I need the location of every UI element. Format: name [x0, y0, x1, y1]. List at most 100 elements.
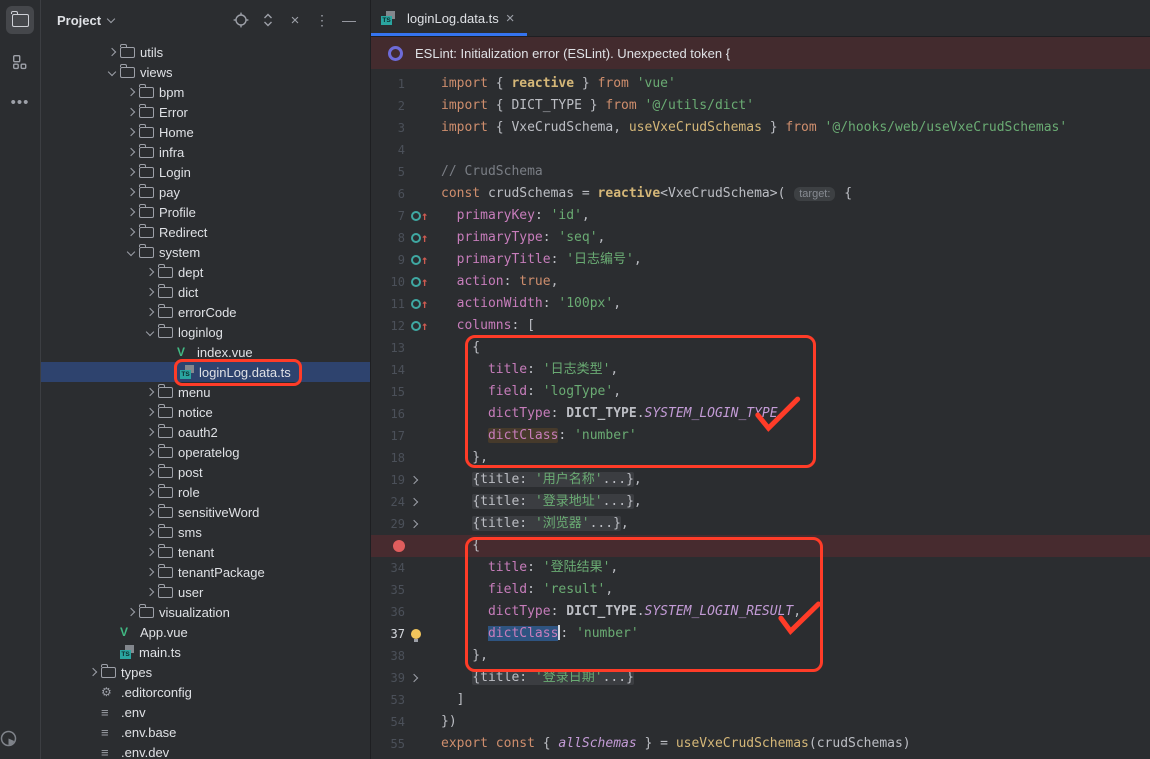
- folded-region[interactable]: {title: '登录地址'...}: [472, 494, 634, 509]
- chevron-right-icon[interactable]: [146, 428, 154, 436]
- code-line[interactable]: 6const crudSchemas = reactive<VxeCrudSch…: [371, 183, 1150, 205]
- chevron-right-icon[interactable]: [146, 408, 154, 416]
- tree-item-dept[interactable]: dept: [41, 262, 370, 282]
- chevron-right-icon[interactable]: [146, 548, 154, 556]
- code-line[interactable]: 11↑ actionWidth: '100px',: [371, 293, 1150, 315]
- tree-item-login[interactable]: Login: [41, 162, 370, 182]
- code-line[interactable]: 2import { DICT_TYPE } from '@/utils/dict…: [371, 95, 1150, 117]
- tree-item-error[interactable]: Error: [41, 102, 370, 122]
- code-line[interactable]: 9↑ primaryTitle: '日志编号',: [371, 249, 1150, 271]
- code-line[interactable]: 17 dictClass: 'number': [371, 425, 1150, 447]
- tree-item-sms[interactable]: sms: [41, 522, 370, 542]
- tree-item-visualization[interactable]: visualization: [41, 602, 370, 622]
- tree-item-errorcode[interactable]: errorCode: [41, 302, 370, 322]
- line-number[interactable]: 36: [371, 601, 405, 623]
- tree-item-user[interactable]: user: [41, 582, 370, 602]
- code-line[interactable]: {: [371, 535, 1150, 557]
- line-number[interactable]: 35: [371, 579, 405, 601]
- tree-item-bpm[interactable]: bpm: [41, 82, 370, 102]
- tree-item-redirect[interactable]: Redirect: [41, 222, 370, 242]
- code-line[interactable]: 19 {title: '用户名称'...},: [371, 469, 1150, 491]
- code-line[interactable]: 4: [371, 139, 1150, 161]
- pie-chart-tool-button[interactable]: [0, 730, 40, 747]
- code-editor[interactable]: 1import { reactive } from 'vue'2import {…: [371, 73, 1150, 755]
- tree-item-profile[interactable]: Profile: [41, 202, 370, 222]
- tree-item-post[interactable]: post: [41, 462, 370, 482]
- line-number[interactable]: 39: [371, 667, 405, 689]
- line-number[interactable]: 55: [371, 733, 405, 755]
- code-line[interactable]: 39 {title: '登录日期'...}: [371, 667, 1150, 689]
- line-number[interactable]: 5: [371, 161, 405, 183]
- folded-region[interactable]: {title: '浏览器'...}: [472, 516, 621, 531]
- tree-item-sensitiveword[interactable]: sensitiveWord: [41, 502, 370, 522]
- line-number[interactable]: 6: [371, 183, 405, 205]
- tree-item--editorconfig[interactable]: ⚙.editorconfig: [41, 682, 370, 702]
- line-number[interactable]: 1: [371, 73, 405, 95]
- folded-region[interactable]: {title: '登录日期'...}: [472, 670, 634, 685]
- code-line[interactable]: 16 dictType: DICT_TYPE.SYSTEM_LOGIN_TYPE…: [371, 403, 1150, 425]
- tree-item-dict[interactable]: dict: [41, 282, 370, 302]
- line-number[interactable]: 13: [371, 337, 405, 359]
- tree-item--env-base[interactable]: ≡.env.base: [41, 722, 370, 742]
- code-line[interactable]: 15 field: 'logType',: [371, 381, 1150, 403]
- chevron-down-icon[interactable]: [127, 248, 135, 256]
- chevron-right-icon[interactable]: [146, 448, 154, 456]
- code-line[interactable]: 3import { VxeCrudSchema, useVxeCrudSchem…: [371, 117, 1150, 139]
- chevron-right-icon[interactable]: [127, 108, 135, 116]
- code-line[interactable]: 13 {: [371, 337, 1150, 359]
- code-line[interactable]: 5// CrudSchema: [371, 161, 1150, 183]
- chevron-right-icon[interactable]: [146, 468, 154, 476]
- line-number[interactable]: 14: [371, 359, 405, 381]
- tree-item-utils[interactable]: utils: [41, 42, 370, 62]
- tree-item-notice[interactable]: notice: [41, 402, 370, 422]
- more-tools-button[interactable]: •••: [0, 94, 40, 111]
- code-line[interactable]: 38 },: [371, 645, 1150, 667]
- tree-item--env[interactable]: ≡.env: [41, 702, 370, 722]
- chevron-right-icon[interactable]: [146, 288, 154, 296]
- chevron-right-icon[interactable]: [146, 588, 154, 596]
- line-number[interactable]: 11: [371, 293, 405, 315]
- line-number[interactable]: 2: [371, 95, 405, 117]
- tab-loginlog-data-ts[interactable]: TS loginLog.data.ts ×: [371, 0, 527, 36]
- chevron-right-icon[interactable]: [127, 148, 135, 156]
- code-line[interactable]: 53 ]: [371, 689, 1150, 711]
- chevron-right-icon[interactable]: [146, 568, 154, 576]
- line-number[interactable]: 54: [371, 711, 405, 733]
- line-number[interactable]: 34: [371, 557, 405, 579]
- tree-item-types[interactable]: types: [41, 662, 370, 682]
- tree-item-loginlog[interactable]: loginlog: [41, 322, 370, 342]
- tree-item-system[interactable]: system: [41, 242, 370, 262]
- chevron-right-icon[interactable]: [127, 208, 135, 216]
- line-number[interactable]: 8: [371, 227, 405, 249]
- code-line[interactable]: 10↑ action: true,: [371, 271, 1150, 293]
- code-line[interactable]: 8↑ primaryType: 'seq',: [371, 227, 1150, 249]
- line-number[interactable]: 19: [371, 469, 405, 491]
- line-number[interactable]: 18: [371, 447, 405, 469]
- code-line[interactable]: 35 field: 'result',: [371, 579, 1150, 601]
- chevron-right-icon[interactable]: [127, 188, 135, 196]
- select-opened-file-button[interactable]: [232, 11, 250, 29]
- line-number[interactable]: 7: [371, 205, 405, 227]
- close-icon[interactable]: ×: [506, 11, 515, 26]
- line-number[interactable]: [371, 535, 405, 557]
- line-number[interactable]: 4: [371, 139, 405, 161]
- tree-item-pay[interactable]: pay: [41, 182, 370, 202]
- code-line[interactable]: 7↑ primaryKey: 'id',: [371, 205, 1150, 227]
- hide-panel-button[interactable]: —: [340, 11, 358, 29]
- line-number[interactable]: 24: [371, 491, 405, 513]
- chevron-right-icon[interactable]: [127, 168, 135, 176]
- project-title[interactable]: Project: [57, 13, 101, 28]
- tree-item-app-vue[interactable]: VApp.vue: [41, 622, 370, 642]
- line-number[interactable]: 9: [371, 249, 405, 271]
- tree-item-tenant[interactable]: tenant: [41, 542, 370, 562]
- tree-item-role[interactable]: role: [41, 482, 370, 502]
- chevron-right-icon[interactable]: [146, 388, 154, 396]
- line-number[interactable]: 53: [371, 689, 405, 711]
- project-tool-button[interactable]: [6, 6, 34, 34]
- line-number[interactable]: 38: [371, 645, 405, 667]
- structure-tool-button[interactable]: [6, 48, 34, 76]
- chevron-right-icon[interactable]: [146, 308, 154, 316]
- line-number[interactable]: 16: [371, 403, 405, 425]
- code-line[interactable]: 29 {title: '浏览器'...},: [371, 513, 1150, 535]
- expand-collapse-button[interactable]: [259, 11, 277, 29]
